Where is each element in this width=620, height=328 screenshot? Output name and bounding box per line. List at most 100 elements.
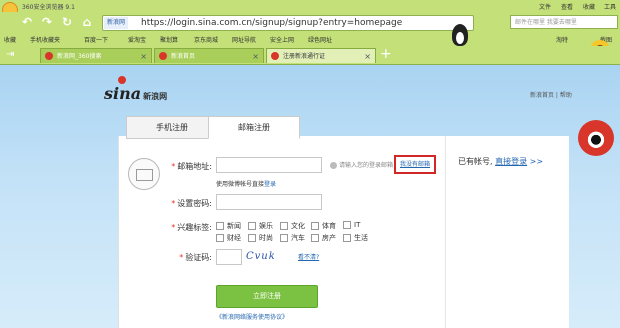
tab-favicon-icon <box>271 52 279 60</box>
captcha-image[interactable]: Cvuk <box>246 249 284 265</box>
bookmark-item[interactable]: 京东商城 <box>194 35 218 44</box>
email-hint-text: 请输入您的登录邮箱 <box>339 162 394 169</box>
address-bar[interactable]: 新浪网 https://login.sina.com.cn/signup/sig… <box>102 15 474 31</box>
checkbox-icon <box>280 222 288 230</box>
checkbox-icon <box>280 234 288 242</box>
email-input[interactable] <box>216 157 322 173</box>
sina-logo[interactable]: sina 新浪网 <box>104 76 168 103</box>
bookmark-item[interactable]: 收藏 <box>4 35 16 44</box>
logo-cn-text: 新浪网 <box>143 91 168 101</box>
refresh-icon[interactable]: ↻ <box>60 15 74 29</box>
interest-text: 生活 <box>354 234 368 242</box>
checkbox-icon <box>216 222 224 230</box>
interest-text: 娱乐 <box>259 222 273 230</box>
email-label-text: 邮箱地址: <box>177 162 212 171</box>
have-account-row: 已有帐号, 直接登录 >> <box>458 156 543 167</box>
browser-titlebar: 360安全浏览器 9.1 文件 查看 收藏 工具 <box>0 0 620 12</box>
bookmark-item[interactable]: 百度一下 <box>84 35 108 44</box>
close-icon[interactable]: × <box>140 49 147 64</box>
password-label-text: 设置密码: <box>177 199 212 208</box>
menu-file[interactable]: 文件 <box>539 2 551 11</box>
interest-checkbox[interactable]: 汽车 <box>280 233 305 243</box>
no-email-link[interactable]: 我没有邮箱 <box>394 155 436 174</box>
email-label: * 邮箱地址: <box>171 162 212 171</box>
interest-checkbox[interactable]: 房产 <box>311 233 336 243</box>
captcha-refresh-link[interactable]: 看不清? <box>298 252 319 261</box>
captcha-input[interactable] <box>216 249 242 265</box>
bookmark-item[interactable]: 安全上网 <box>270 35 294 44</box>
bookmark-item[interactable]: 爱淘宝 <box>128 35 146 44</box>
interest-checkbox[interactable]: 新闻 <box>216 221 241 231</box>
weibo-text: 使用微博帐号直接 <box>216 181 265 188</box>
browser-tab[interactable]: 新浪首页 × <box>154 48 264 63</box>
interest-checkbox[interactable]: 体育 <box>311 221 336 231</box>
browser-tab-bar: ⇥ 新浪网_360搜索 × 新浪首页 × 注册新浪通行证 × + <box>0 46 620 65</box>
menu-view[interactable]: 查看 <box>561 2 573 11</box>
interest-text: 房产 <box>322 234 336 242</box>
register-button[interactable]: 立即注册 <box>216 285 318 308</box>
tab-phone-register[interactable]: 手机注册 <box>126 116 218 139</box>
menu-tools[interactable]: 工具 <box>604 2 616 11</box>
home-icon[interactable]: ⌂ <box>80 15 94 29</box>
navigation-bar: ↶ ↷ ↻ ⌂ 新浪网 https://login.sina.com.cn/si… <box>0 12 620 32</box>
bookmark-item[interactable]: 网址导航 <box>232 35 256 44</box>
bookmark-item[interactable]: 淘特 <box>556 35 568 44</box>
login-arrow-icon[interactable]: >> <box>530 157 543 166</box>
top-links[interactable]: 新浪首页 | 帮助 <box>530 90 572 99</box>
interest-text: 新闻 <box>227 222 241 230</box>
forward-icon[interactable]: ↷ <box>40 15 54 29</box>
captcha-label: * 验证码: <box>179 253 212 262</box>
sina-eye-icon <box>118 76 126 84</box>
tab-label: 新浪首页 <box>171 53 196 60</box>
password-label: * 设置密码: <box>171 199 212 208</box>
browser-tab[interactable]: 新浪网_360搜索 × <box>40 48 152 63</box>
penguin-mascot-icon <box>452 24 468 46</box>
interest-label: * 兴趣标签: <box>171 223 212 232</box>
back-arrow-icon[interactable]: ↶ <box>20 15 34 29</box>
close-icon[interactable]: × <box>364 49 371 64</box>
interest-text: 汽车 <box>291 234 305 242</box>
interest-text: 体育 <box>322 222 336 230</box>
tab-favicon-icon <box>159 52 167 60</box>
url-text[interactable]: https://login.sina.com.cn/signup/signup?… <box>141 16 402 30</box>
site-badge: 新浪网 <box>104 17 129 29</box>
browser-search-input[interactable]: 邮件在哪里 我要去哪里 <box>510 15 618 29</box>
bookmark-item[interactable]: 手机收藏夹 <box>30 35 60 44</box>
checkbox-icon <box>248 222 256 230</box>
tab-label: 新浪网_360搜索 <box>57 53 102 60</box>
email-hint: 请输入您的登录邮箱 <box>330 160 393 169</box>
logo-text: sina <box>104 84 142 103</box>
agreement-link[interactable]: 《新浪网络服务使用协议》 <box>216 312 288 321</box>
checkbox-icon <box>343 221 351 229</box>
weibo-eye-icon <box>578 120 614 156</box>
panel-divider <box>445 136 446 328</box>
browser-title: 360安全浏览器 9.1 <box>22 4 75 11</box>
checkbox-icon <box>216 234 224 242</box>
close-icon[interactable]: × <box>252 49 259 64</box>
tab-email-register[interactable]: 邮箱注册 <box>208 116 300 139</box>
interest-checkbox[interactable]: 财经 <box>216 233 241 243</box>
checkbox-icon <box>311 234 319 242</box>
checkbox-icon <box>311 222 319 230</box>
bookmark-item[interactable]: 聚划算 <box>160 35 178 44</box>
tab-favicon-icon <box>45 52 53 60</box>
interest-checkbox[interactable]: 娱乐 <box>248 221 273 231</box>
interest-checkbox[interactable]: 时尚 <box>248 233 273 243</box>
info-icon <box>330 162 337 169</box>
weibo-login-link[interactable]: 登录 <box>264 181 276 188</box>
interest-text: IT <box>354 221 361 229</box>
direct-login-link[interactable]: 直接登录 <box>495 157 527 166</box>
interest-checkbox[interactable]: 文化 <box>280 221 305 231</box>
bookmark-item[interactable]: 绿色网址 <box>308 35 332 44</box>
sidebar-toggle-icon[interactable]: ⇥ <box>6 49 14 60</box>
interest-checkbox[interactable]: IT <box>343 221 360 229</box>
captcha-label-text: 验证码: <box>185 253 212 262</box>
interest-checkbox[interactable]: 生活 <box>343 233 368 243</box>
browser-tab-active[interactable]: 注册新浪通行证 × <box>266 48 376 63</box>
menu-favorites[interactable]: 收藏 <box>583 2 595 11</box>
new-tab-button[interactable]: + <box>380 46 392 62</box>
tab-label: 注册新浪通行证 <box>283 53 326 60</box>
password-input[interactable] <box>216 194 322 210</box>
interest-text: 时尚 <box>259 234 273 242</box>
interest-label-text: 兴趣标签: <box>177 223 212 232</box>
